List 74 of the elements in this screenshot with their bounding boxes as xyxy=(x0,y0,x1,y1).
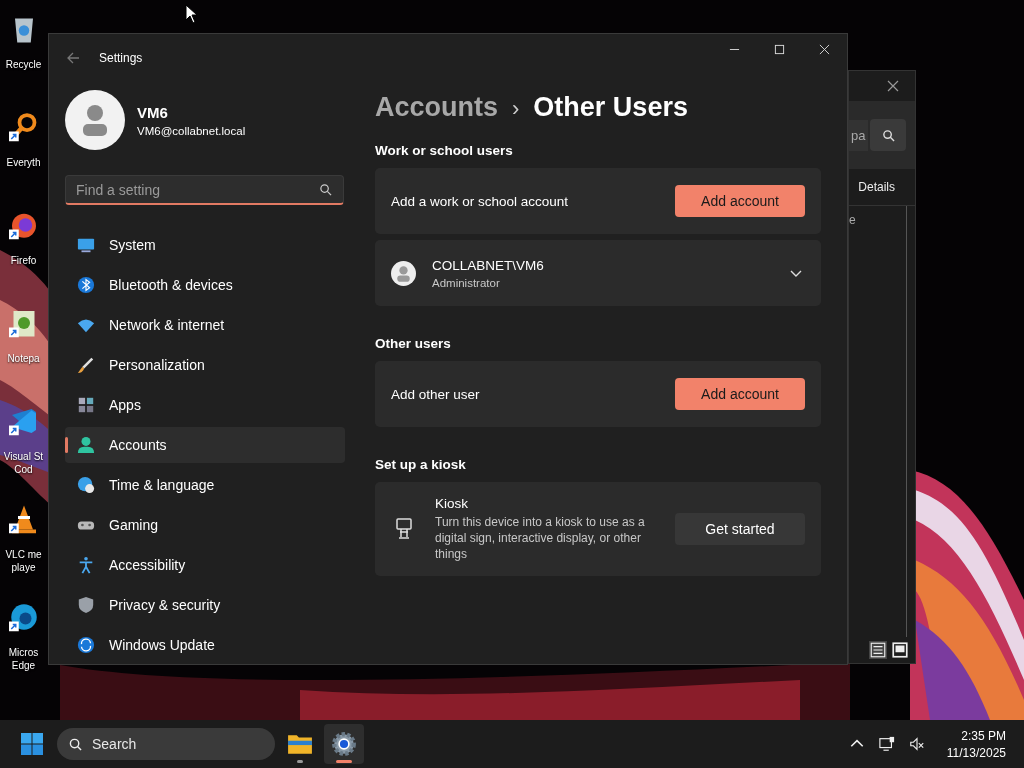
account-name: COLLABNET\VM6 xyxy=(432,257,545,273)
gear-icon xyxy=(331,731,357,757)
icon-label: Micros xyxy=(8,646,39,659)
icon-label: VLC me xyxy=(5,548,42,561)
sync-icon xyxy=(77,636,95,654)
card-label: Add a work or school account xyxy=(391,193,570,209)
nav-item[interactable]: Privacy & security xyxy=(65,587,345,623)
section-heading: Set up a kiosk xyxy=(375,457,467,472)
nav-item[interactable]: Windows Update xyxy=(65,627,345,663)
tile-view-icon[interactable] xyxy=(891,641,909,659)
icon-label: Recycle xyxy=(5,58,42,71)
accessibility-icon xyxy=(77,556,95,574)
icon-label: Notepa xyxy=(7,352,40,365)
apps-icon xyxy=(77,396,95,414)
monitor-icon xyxy=(77,236,95,254)
avatar-icon xyxy=(391,260,416,286)
magnifier-icon[interactable] xyxy=(8,112,39,142)
user-name: VM6 xyxy=(137,103,169,121)
nav-item[interactable]: Apps xyxy=(65,387,345,423)
card-title: Kiosk xyxy=(435,496,469,511)
nav-item[interactable]: Accessibility xyxy=(65,547,345,583)
search-icon xyxy=(319,183,332,196)
volume-muted-icon[interactable] xyxy=(908,736,925,752)
user-card[interactable]: COLLABNET\VM6 Administrator xyxy=(375,240,821,306)
card-label: Add other user xyxy=(391,386,481,402)
section-heading: Work or school users xyxy=(375,143,514,158)
windows-start-icon[interactable] xyxy=(20,732,44,756)
search-icon xyxy=(881,128,895,142)
brush-icon xyxy=(77,356,95,374)
icon-label: Firefo xyxy=(10,254,37,267)
bluetooth-icon xyxy=(77,276,95,294)
card-description: Turn this device into a kiosk to use as a digital sign, interactive display, or other things xyxy=(435,514,646,562)
get-started-button[interactable]: Get started xyxy=(675,513,805,545)
add-account-button[interactable]: Add account xyxy=(675,185,805,217)
icon-label: Edge xyxy=(11,659,36,672)
clock-time[interactable]: 2:35 PM xyxy=(961,728,1006,743)
search-icon xyxy=(69,738,82,751)
breadcrumb-link[interactable]: Accounts xyxy=(375,92,499,123)
window-title: Settings xyxy=(99,51,143,65)
search-field[interactable]: Find a setting xyxy=(65,175,344,205)
close-icon[interactable] xyxy=(887,80,899,92)
nav-item[interactable]: Bluetooth & devices xyxy=(65,267,345,303)
traffic-cone-icon[interactable] xyxy=(8,504,39,534)
nav-item[interactable]: Personalization xyxy=(65,347,345,383)
nav-item[interactable]: Time & language xyxy=(65,467,345,503)
clock-date[interactable]: 11/13/2025 xyxy=(946,745,1006,760)
icon-label: Visual St xyxy=(3,450,44,463)
list-text: e xyxy=(849,213,856,227)
nav-item[interactable]: Network & internet xyxy=(65,307,345,343)
search-field[interactable]: pa xyxy=(849,119,869,151)
network-icon[interactable] xyxy=(878,736,895,752)
search-button[interactable] xyxy=(870,119,907,151)
kiosk-icon xyxy=(395,518,413,540)
add-account-button[interactable]: Add account xyxy=(675,378,805,410)
person-icon xyxy=(77,436,95,454)
nav-item[interactable]: Accounts xyxy=(65,427,345,463)
list-view-icon[interactable] xyxy=(869,641,887,659)
breadcrumb-separator: › xyxy=(512,96,520,122)
gear-taskbar-button[interactable] xyxy=(324,724,364,764)
back-arrow-icon[interactable] xyxy=(66,51,80,65)
page-title: Other Users xyxy=(533,92,688,123)
nav-item[interactable]: Gaming xyxy=(65,507,345,543)
section-heading: Other users xyxy=(375,336,452,351)
user-email: VM6@collabnet.local xyxy=(137,124,246,137)
icon-label: Cod xyxy=(14,463,33,476)
nav-item[interactable]: System xyxy=(65,227,345,263)
taskbar-search[interactable]: Search xyxy=(57,728,275,760)
cursor-icon xyxy=(185,4,199,24)
avatar-icon xyxy=(65,90,125,150)
shield-icon xyxy=(77,596,95,614)
icon-label: Everyth xyxy=(6,156,41,169)
icon-label: playe xyxy=(11,561,36,574)
details-tab[interactable]: Details xyxy=(858,180,895,194)
account-role: Administrator xyxy=(432,276,501,289)
